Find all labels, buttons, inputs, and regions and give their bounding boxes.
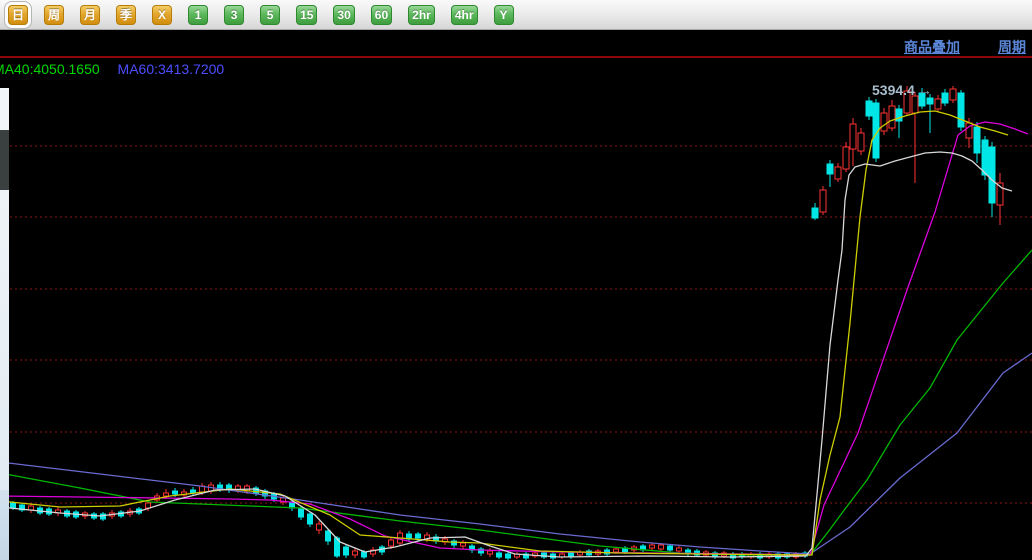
peak-price-label: 5394.4 [872,82,915,98]
edge-segment [0,130,9,190]
candlestick-chart[interactable] [0,30,1032,560]
period-button-日[interactable]: 日 [8,5,28,25]
period-button-4hr[interactable]: 4hr [451,5,478,25]
period-button-1[interactable]: 1 [188,5,208,25]
period-button-周[interactable]: 周 [44,5,64,25]
edge-segment [0,190,9,490]
period-button-X[interactable]: X [152,5,172,25]
ma-magenta-line [0,122,1028,555]
peak-price-annotation: 5394.4 → [872,82,932,98]
ma-yellow-line [0,111,1008,555]
period-button-3[interactable]: 3 [224,5,244,25]
right-arrow-icon: → [918,82,932,98]
period-button-30[interactable]: 30 [333,5,354,25]
period-button-15[interactable]: 15 [296,5,317,25]
edge-segment [0,490,9,560]
period-toolbar: 日周月季X135 15 30 60 2hr 4hr Y [0,0,1032,30]
background-window-edge [0,88,9,560]
period-button-月[interactable]: 月 [80,5,100,25]
period-button-Y[interactable]: Y [494,5,514,25]
period-button-季[interactable]: 季 [116,5,136,25]
ma-blue-line [0,353,1032,554]
period-button-60[interactable]: 60 [371,5,392,25]
ma-green-line [0,250,1032,555]
period-button-2hr[interactable]: 2hr [408,5,435,25]
edge-segment [0,88,9,130]
chart-pane: 商品叠加 周期 MA40:4050.1650 MA60:3413.7200 53… [0,30,1032,560]
period-button-5[interactable]: 5 [260,5,280,25]
